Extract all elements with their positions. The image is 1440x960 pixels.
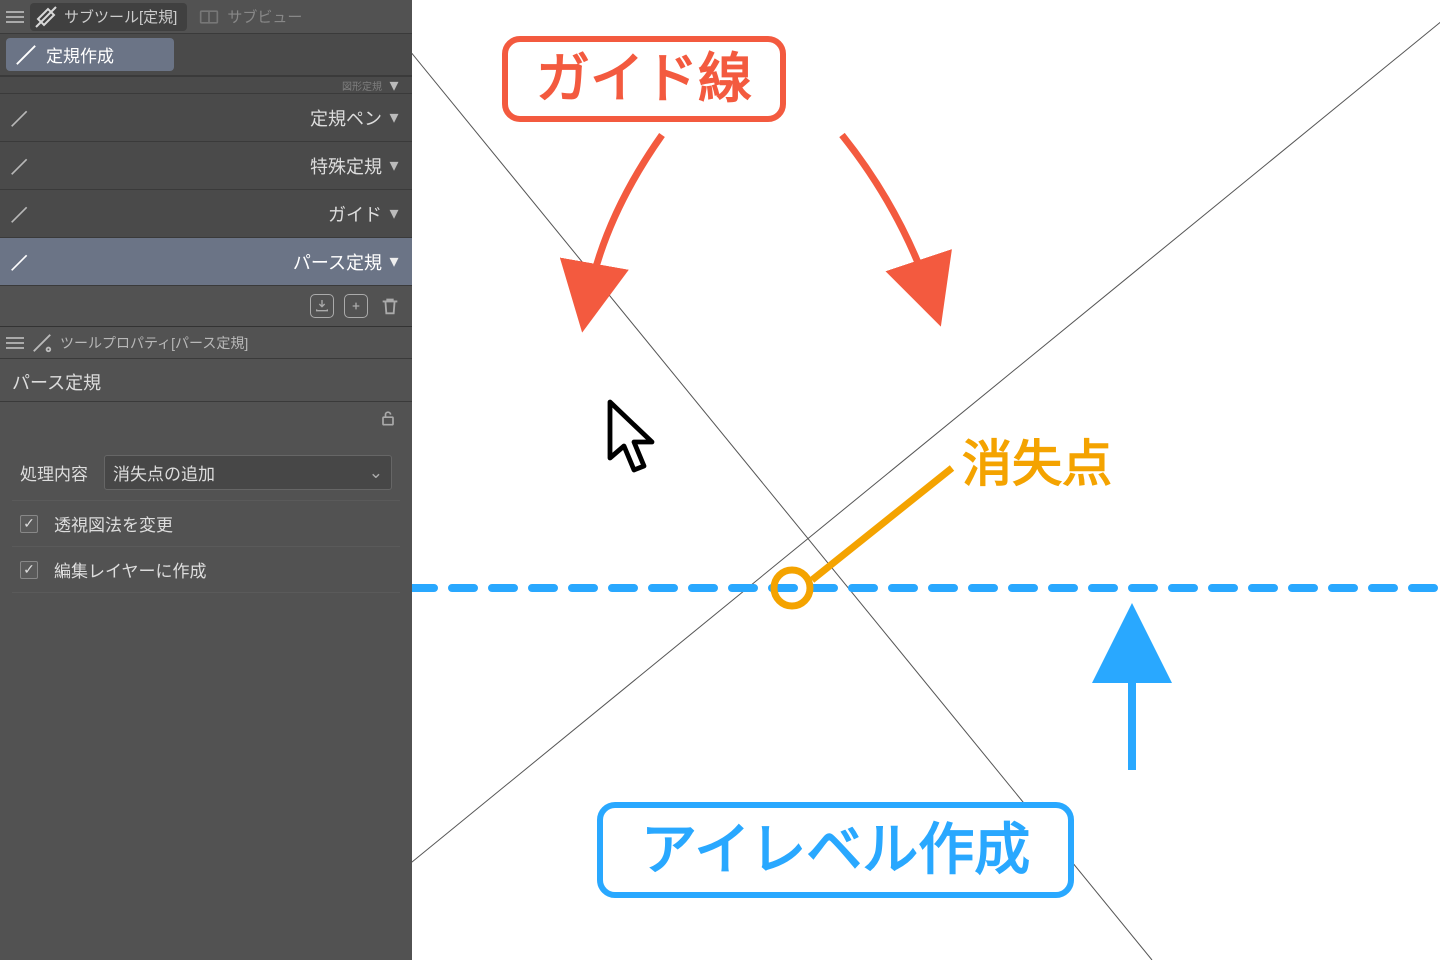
checkbox-change-perspective[interactable]: ✓ (20, 515, 38, 533)
ruler-icon (8, 250, 32, 274)
subtool-item-label: パース定規 (32, 249, 382, 275)
subtool-item-label: 特殊定規 (32, 153, 382, 179)
callout-text: アイレベル作成 (641, 818, 1030, 881)
hamburger-icon[interactable] (6, 11, 24, 23)
subtool-item-label: ガイド (32, 201, 382, 227)
callout-text: ガイド線 (536, 49, 752, 109)
property-checkbox-row-2: ✓ 編集レイヤーに作成 (12, 547, 400, 593)
duplicate-icon[interactable] (344, 294, 368, 318)
tool-property-header: ツールプロパティ[パース定規] (0, 327, 412, 359)
canvas-area[interactable]: ガイド線 消失点 アイレベル作成 (412, 0, 1440, 960)
chevron-down-icon[interactable]: ▾ (386, 77, 402, 93)
vanishing-point-pointer (812, 468, 952, 580)
property-process-label: 処理内容 (20, 460, 88, 485)
property-checkbox-row-1: ✓ 透視図法を変更 (12, 501, 400, 547)
chevron-down-icon[interactable]: ▾ (386, 158, 402, 174)
subtool-actions (0, 286, 412, 327)
chevron-down-icon[interactable]: ▾ (386, 254, 402, 270)
subview-icon (197, 5, 221, 29)
lock-row (0, 402, 412, 435)
subtool-panel-header: サブツール[定規] サブビュー (0, 0, 412, 34)
process-select-value: 消失点の追加 (113, 460, 215, 485)
subview-tab[interactable]: サブビュー (193, 3, 312, 31)
callout-guide-lines: ガイド線 (502, 36, 786, 122)
subtool-item-label: 図形定規 (342, 78, 382, 93)
subtool-item-shape-ruler[interactable]: 図形定規 ▾ (0, 76, 412, 94)
checkbox-create-on-edit-layer[interactable]: ✓ (20, 561, 38, 579)
import-icon[interactable] (310, 294, 334, 318)
subtool-tab-label: サブツール[定規] (64, 6, 177, 27)
chevron-down-icon[interactable]: ▾ (386, 110, 402, 126)
vanishing-point-text: 消失点 (962, 436, 1112, 492)
label-vanishing-point: 消失点 (962, 424, 1112, 496)
tool-property-title: パース定規 (12, 369, 101, 395)
callout-eye-level: アイレベル作成 (597, 802, 1074, 898)
subtool-list: 図形定規 ▾ 定規ペン ▾ 特殊定規 ▾ ガイド ▾ パース定規 ▾ (0, 76, 412, 286)
settings-sparkle-icon (30, 331, 54, 355)
ruler-icon (8, 154, 32, 178)
unlock-icon[interactable] (378, 408, 398, 433)
ruler-tool-icon (34, 5, 58, 29)
checkbox-label: 編集レイヤーに作成 (54, 557, 207, 582)
subtool-item-ruler-pen[interactable]: 定規ペン ▾ (0, 94, 412, 142)
arrow-guide-right (842, 135, 932, 300)
subtool-item-special-ruler[interactable]: 特殊定規 ▾ (0, 142, 412, 190)
tool-property-title-row: パース定規 (0, 359, 412, 402)
hamburger-icon[interactable] (6, 337, 24, 349)
property-process-row: 処理内容 消失点の追加 ⌄ (12, 445, 400, 501)
tool-sidebar: サブツール[定規] サブビュー 定規作成 図形定規 ▾ 定規ペン ▾ (0, 0, 412, 960)
ruler-icon (8, 106, 32, 130)
subtool-tab[interactable]: サブツール[定規] (30, 3, 187, 31)
subtool-item-perspective-ruler[interactable]: パース定規 ▾ (0, 238, 412, 286)
tool-property-header-label: ツールプロパティ[パース定規] (60, 333, 248, 353)
tool-property-body: 処理内容 消失点の追加 ⌄ ✓ 透視図法を変更 ✓ 編集レイヤーに作成 (0, 435, 412, 603)
subtool-group-tab[interactable]: 定規作成 (6, 38, 174, 71)
ruler-group-icon (14, 43, 38, 67)
process-select[interactable]: 消失点の追加 ⌄ (104, 455, 392, 490)
subtool-item-label: 定規ペン (32, 105, 382, 131)
arrow-guide-left (587, 135, 662, 305)
checkbox-label: 透視図法を変更 (54, 511, 173, 536)
subtool-item-guide[interactable]: ガイド ▾ (0, 190, 412, 238)
chevron-down-icon[interactable]: ▾ (386, 206, 402, 222)
subtool-group-label: 定規作成 (46, 42, 114, 67)
delete-icon[interactable] (378, 294, 402, 318)
chevron-down-icon: ⌄ (369, 463, 383, 483)
subtool-group-row: 定規作成 (0, 34, 412, 76)
subview-tab-label: サブビュー (227, 6, 302, 27)
mouse-cursor-icon (604, 398, 660, 468)
ruler-icon (8, 202, 32, 226)
